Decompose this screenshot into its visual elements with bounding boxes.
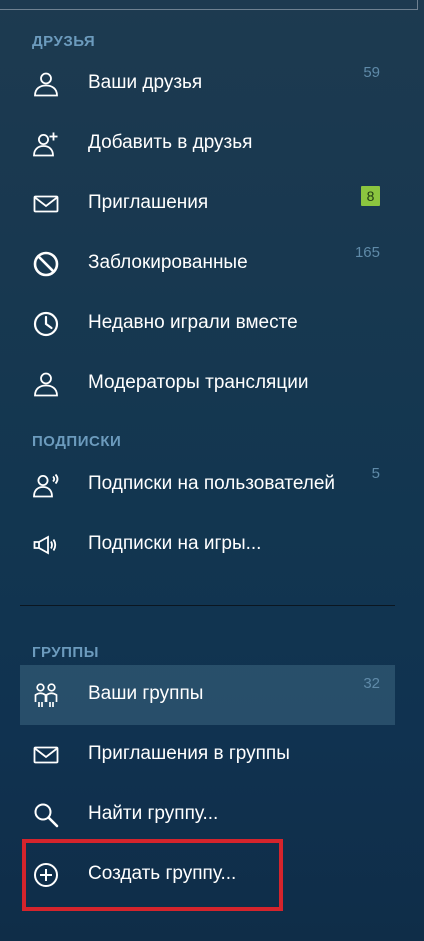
menu-item-label: Приглашения [88, 192, 209, 213]
menu-item-label: Недавно играли вместе [88, 312, 298, 333]
envelope-icon [32, 741, 60, 769]
search-icon [32, 801, 60, 829]
menu-item-blocked[interactable]: Заблокированные 165 [20, 234, 395, 294]
section-header-follows: ПОДПИСКИ [32, 433, 122, 450]
groups-count: 32 [363, 675, 380, 692]
menu-item-followed-users[interactable]: Подписки на пользователей 5 [20, 455, 395, 515]
menu-item-find-group[interactable]: Найти группу... [20, 785, 395, 845]
plus-circle-icon [32, 861, 60, 889]
menu-item-create-group[interactable]: Создать группу... [20, 845, 395, 905]
menu-item-broadcast-moderators[interactable]: Модераторы трансляции [20, 354, 395, 414]
followed-users-count: 5 [371, 465, 380, 482]
menu-item-recently-played[interactable]: Недавно играли вместе [20, 294, 395, 354]
section-header-friends: ДРУЗЬЯ [32, 33, 96, 50]
menu-item-label: Ваши группы [88, 683, 204, 704]
menu-item-add-friend[interactable]: Добавить в друзья [20, 114, 395, 174]
user-icon [32, 370, 60, 398]
menu-item-label: Подписки на игры... [88, 533, 262, 554]
menu-item-invitations[interactable]: Приглашения 8 [20, 174, 395, 234]
friends-sidebar: ДРУЗЬЯ Ваши друзья 59 Добавить в друзья [0, 0, 424, 941]
envelope-icon [32, 190, 60, 218]
blocked-icon [32, 250, 60, 278]
menu-item-followed-games[interactable]: Подписки на игры... [20, 515, 395, 575]
friends-count: 59 [363, 64, 380, 81]
menu-item-your-groups[interactable]: Ваши группы 32 [20, 665, 395, 725]
user-follow-icon [32, 471, 60, 499]
menu-item-label: Приглашения в группы [88, 743, 290, 764]
menu-item-label: Модераторы трансляции [88, 372, 309, 393]
menu-item-group-invitations[interactable]: Приглашения в группы [20, 725, 395, 785]
section-header-groups: ГРУППЫ [32, 644, 99, 661]
group-icon [32, 681, 60, 709]
menu-item-label: Добавить в друзья [88, 132, 253, 153]
clock-icon [32, 310, 60, 338]
user-icon [32, 70, 60, 98]
section-divider [20, 605, 395, 606]
blocked-count: 165 [354, 244, 380, 261]
megaphone-icon [32, 531, 60, 559]
menu-item-label: Подписки на пользователей [88, 473, 336, 494]
menu-item-label: Ваши друзья [88, 72, 203, 93]
menu-item-label: Найти группу... [88, 803, 219, 824]
invitations-badge: 8 [361, 186, 380, 206]
menu-item-your-friends[interactable]: Ваши друзья 59 [20, 54, 395, 114]
menu-item-label: Заблокированные [88, 252, 248, 273]
top-frame-edge [0, 0, 418, 10]
add-friend-icon [32, 130, 60, 158]
menu-item-label: Создать группу... [88, 863, 237, 884]
